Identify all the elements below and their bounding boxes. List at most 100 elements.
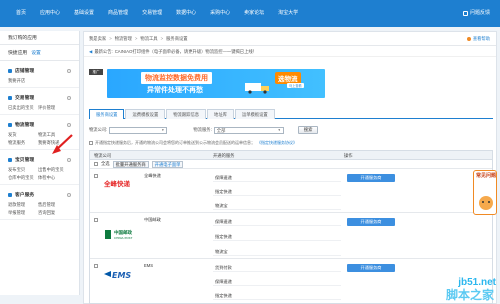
announcement-text[interactable]: CAINIAO打印组件（电子面单必备，请更升级）物流监控—一键揭已上线！ [115,46,257,56]
sidebar-group-header[interactable]: 宝贝管理 [8,155,71,164]
nav-trade-management[interactable]: 交易管理 [135,0,169,27]
announcement-label: 最新公告: [94,49,113,54]
sidebar-group-title: 宝贝管理 [15,158,35,163]
service-list: 保障速递 指定快递 物流宝 [213,169,341,210]
sidebar-link-items-in-stock[interactable]: 仓库中的宝贝 [8,175,38,181]
logo-text: 中国邮政 [114,229,132,236]
service-item: 保障速递 [213,173,341,182]
nav-home[interactable]: 首页 [0,0,33,27]
sidebar-group-title: 客户服务 [15,193,35,198]
row-checkbox[interactable] [94,174,98,178]
filter-bar: 物流公司: ▼ 物流服务: 全部 ▼ 搜索 [89,125,493,135]
sidebar-link-open-store[interactable]: 我要开店 [8,78,38,84]
sidebar-link-reviews[interactable]: 评价管理 [38,105,72,111]
row-checkbox[interactable] [94,218,98,222]
sidebar-group-header[interactable]: 物流管理 [8,120,71,129]
open-provider-button[interactable]: 开通服务商 [347,264,395,272]
sidebar-title[interactable]: 我订购的应用 [0,31,79,45]
sidebar-group-header[interactable]: 店铺管理 [8,66,71,75]
collapse-icon[interactable] [67,68,71,73]
batch-open-button[interactable]: 批量开通服务商 [112,160,149,168]
table-row: 全峰快递 全峰快递 保障速递 指定快递 物流宝 开通服务商 [90,169,492,213]
watermark-brand: 脚本之家 [445,288,494,302]
header-services: 开通的服务 [213,153,235,158]
sidebar-link-ship[interactable]: 发货 [8,132,38,138]
sidebar-link-sold-items[interactable]: 已卖出的宝贝 [8,105,38,111]
search-button[interactable]: 搜索 [297,126,319,134]
nav-data-center[interactable]: 数据中心 [169,0,203,27]
ad-image[interactable]: 物流监控数据免费用 异常件处理不再愁 选物流 马上查看 [107,69,325,98]
sidebar-link-refunds[interactable]: 退款管理 [8,202,38,208]
sidebar-link-items-on-sale[interactable]: 出售中的宝贝 [38,167,72,173]
table-row: 中国邮政 CHINA POST 中国邮政 保障速递 指定快递 物流宝 开通服务商 [90,213,492,259]
nav-product-management[interactable]: 商品管理 [101,0,135,27]
sidebar-group-header[interactable]: 交易管理 [8,93,71,102]
nav-taobao-university[interactable]: 淘宝大学 [271,0,305,27]
sidebar-group-customer-service: 客户服务 退款管理 售后管理 举报管理 咨询回复 [0,185,79,220]
open-provider-button[interactable]: 开通服务商 [347,174,395,182]
feedback-icon [462,11,468,16]
tab-waybill-template[interactable]: 运单模板设置 [234,109,275,119]
sidebar: 我订购的应用 快捷应用 设置 店铺管理 我要开店 交易管理 已卖出的宝贝 评价管… [0,31,80,295]
service-item: 保障速递 [213,277,341,286]
nav-seller-forum[interactable]: 卖家论坛 [237,0,271,27]
sidebar-group-title: 交易管理 [15,96,35,101]
sidebar-link-inquiry-reply[interactable]: 咨询回复 [38,210,72,216]
quick-apps-label: 快捷应用 [8,51,28,56]
row-checkbox[interactable] [94,264,98,268]
breadcrumb: 我是卖家 > 物流管理 > 物流工具 > 服务商设置 查看帮助 [84,32,496,46]
nav-app-center[interactable]: 应用中心 [33,0,67,27]
collapse-icon[interactable] [67,95,71,100]
sidebar-link-after-sales[interactable]: 售后管理 [38,202,72,208]
sidebar-group-header[interactable]: 客户服务 [8,190,71,199]
service-select[interactable]: 全部 ▼ [213,126,284,134]
tab-tracking-info[interactable]: 物流跟踪信息 [166,109,207,119]
sidebar-quick-apps: 快捷应用 设置 [0,45,79,61]
sidebar-group-store: 店铺管理 我要开店 [0,61,79,88]
speaker-icon: ◀ [89,49,93,54]
tab-shipping-template[interactable]: 运费模板设置 [125,109,166,119]
service-item: 指定快递 [213,232,341,241]
sidebar-link-logistics-tools[interactable]: 物流工具 [38,132,72,138]
collapse-icon[interactable] [67,192,71,197]
sidebar-link-logistics-service[interactable]: 物流服务 [8,140,38,146]
breadcrumb-item[interactable]: 物流工具 [140,32,157,45]
open-esheet-button[interactable]: 开通电子面单 [151,160,184,168]
tab-service-provider[interactable]: 服务商设置 [89,109,125,119]
faq-widget-label: 常见问题 [476,173,497,179]
company-logo: 全峰快递 [102,177,142,189]
breadcrumb-item[interactable]: 物流管理 [115,32,132,45]
service-select-value: 全部 [216,127,226,133]
agreement-link[interactable]: 《指定快递服务协议》 [257,140,297,146]
items-icon [8,157,12,162]
promo-banner[interactable]: 推广 物流监控数据免费用 异常件处理不再愁 选物流 马上查看 [89,69,493,98]
sidebar-group-items: 宝贝管理 发布宝贝 出售中的宝贝 仓库中的宝贝 体检中心 [0,150,79,185]
faq-floating-widget[interactable]: 常见问题 [473,170,497,215]
nav-purchase-center[interactable]: 采购中心 [203,0,237,27]
collapse-icon[interactable] [67,122,71,127]
open-provider-button[interactable]: 开通服务商 [347,218,395,226]
store-icon [8,68,12,73]
quick-apps-setting-link[interactable]: 设置 [31,49,41,56]
company-filter-label: 物流公司: [89,127,108,132]
select-all-checkbox[interactable] [94,162,98,166]
top-nav: 首页 应用中心 基础设置 商品管理 交易管理 数据中心 采购中心 卖家论坛 淘宝… [0,0,500,27]
nav-basic-settings[interactable]: 基础设置 [67,0,101,27]
hint-checkbox[interactable] [89,140,93,145]
sidebar-group-title: 店铺管理 [15,69,35,74]
collapse-icon[interactable] [67,157,71,162]
service-list: 保障速递 指定快递 物流宝 [213,213,341,256]
company-name: 全峰快递 [144,173,161,178]
logo-text: EMS [112,271,131,280]
ems-logo: EMS [104,271,131,280]
company-select[interactable]: ▼ [109,126,168,134]
help-link[interactable]: 查看帮助 [466,32,490,46]
tab-address-book[interactable]: 地址库 [207,109,234,119]
sidebar-link-publish-item[interactable]: 发布宝贝 [8,167,38,173]
sidebar-link-reports[interactable]: 举报管理 [8,210,38,216]
breadcrumb-item[interactable]: 我是卖家 [89,32,106,45]
sidebar-link-checkup-center[interactable]: 体检中心 [38,175,72,181]
ad-logo: 选物流 马上查看 [275,72,320,94]
sidebar-link-send-express[interactable]: 我要寄快递 [38,140,72,146]
feedback-link[interactable]: 问题反馈 [462,0,490,27]
